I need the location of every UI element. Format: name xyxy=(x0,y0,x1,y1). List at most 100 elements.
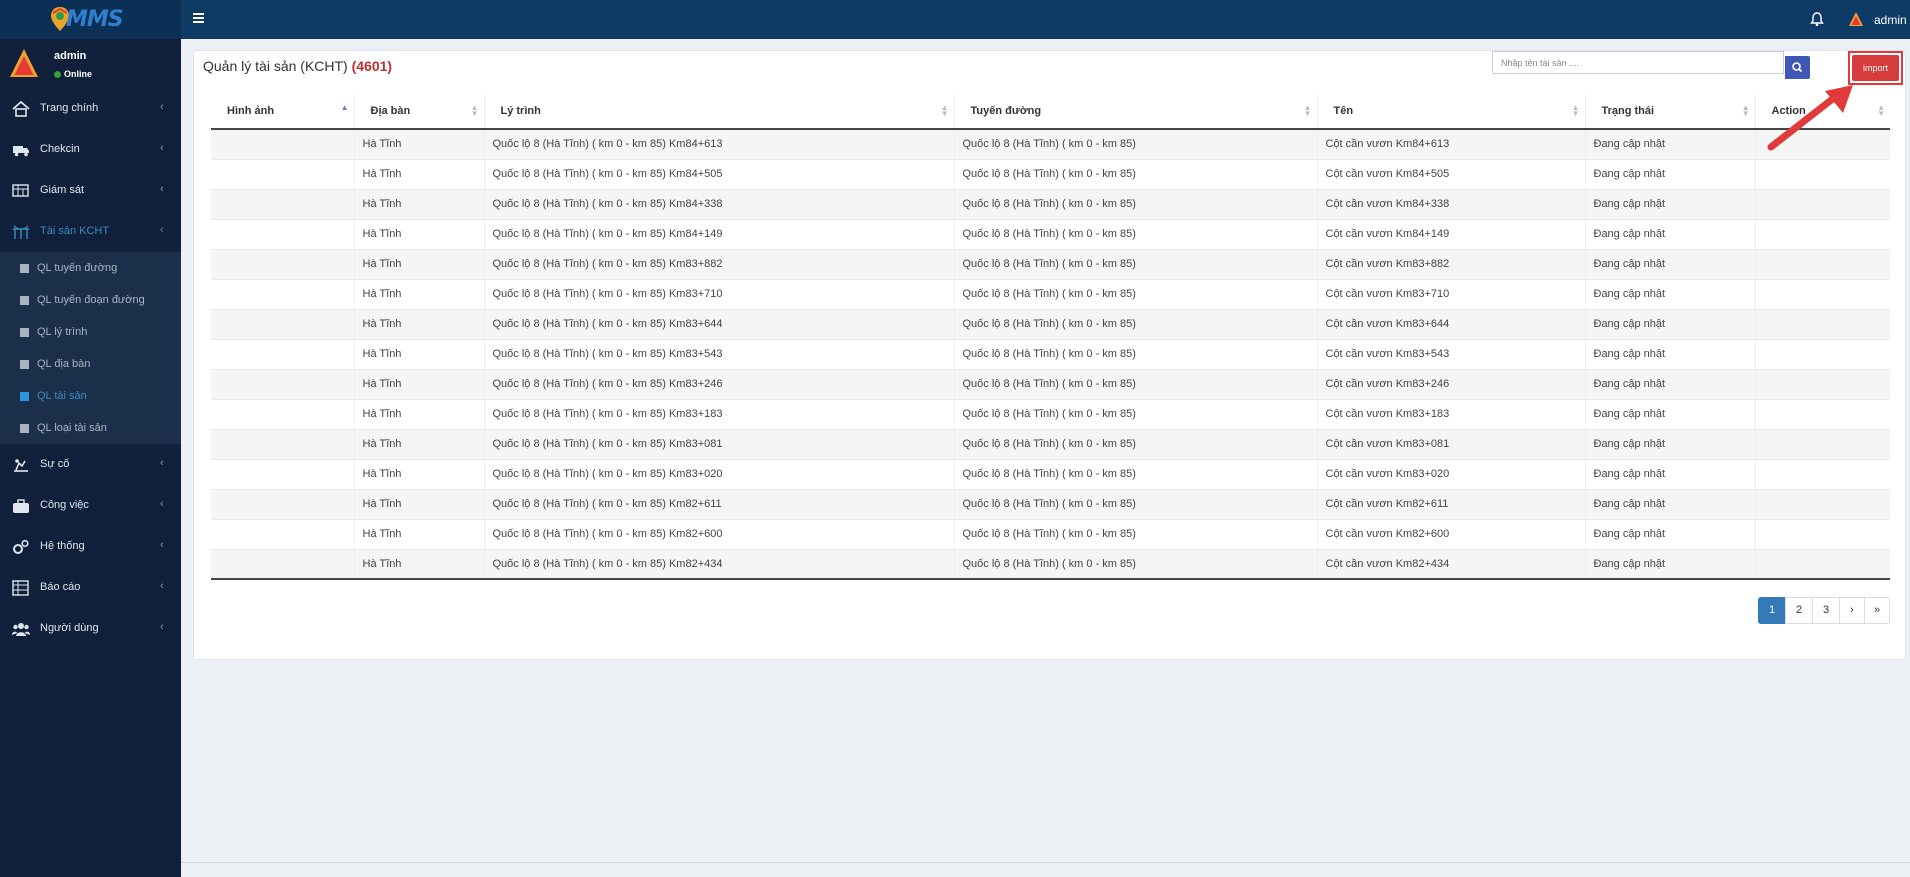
sidebar-item-su-co[interactable]: Sự cố ‹ xyxy=(0,444,181,485)
table-row[interactable]: Hà Tĩnh Quốc lộ 8 (Hà Tĩnh) ( km 0 - km 8… xyxy=(211,218,1890,249)
cell-area: Hà Tĩnh xyxy=(353,308,484,339)
column-header-status[interactable]: Trạng thái ▲ ▼ xyxy=(1584,94,1755,130)
table-row[interactable]: Hà Tĩnh Quốc lộ 8 (Hà Tĩnh) ( km 0 - km 8… xyxy=(211,398,1890,429)
page-1-button[interactable]: 1 xyxy=(1758,597,1786,624)
sort-icon: ▲ ▼ xyxy=(470,103,479,118)
cell-road: Quốc lộ 8 (Hà Tĩnh) ( km 0 - km 85) xyxy=(953,158,1317,189)
sidebar-item-nguoi-dung[interactable]: Người dùng ‹ xyxy=(0,608,181,649)
page-2-button[interactable]: 2 xyxy=(1785,597,1813,624)
table-row[interactable]: Hà Tĩnh Quốc lộ 8 (Hà Tĩnh) ( km 0 - km 8… xyxy=(211,488,1890,519)
cell-action[interactable] xyxy=(1754,428,1890,459)
report-icon xyxy=(12,580,29,596)
search-button[interactable] xyxy=(1785,56,1810,79)
cell-area: Hà Tĩnh xyxy=(353,188,484,219)
annotation-arrow-icon xyxy=(1767,85,1853,151)
cell-image xyxy=(211,518,354,549)
asset-list-panel: Quản lý tài sản (KCHT) (4601) import Hìn… xyxy=(193,50,1906,660)
sidebar-item-he-thong[interactable]: Hệ thống ‹ xyxy=(0,526,181,567)
cell-status: Đang cập nhật xyxy=(1584,458,1755,489)
menu-toggle-icon[interactable] xyxy=(193,11,205,27)
cell-action[interactable] xyxy=(1754,218,1890,249)
table-row[interactable]: Hà Tĩnh Quốc lộ 8 (Hà Tĩnh) ( km 0 - km 8… xyxy=(211,548,1890,580)
cell-status: Đang cập nhật xyxy=(1584,488,1755,519)
cell-action[interactable] xyxy=(1754,488,1890,519)
cell-action[interactable] xyxy=(1754,188,1890,219)
sidebar-subitem-ql-loai-tai-san[interactable]: QL loại tài sản xyxy=(0,412,181,444)
cell-status: Đang cập nhật xyxy=(1584,398,1755,429)
cell-area: Hà Tĩnh xyxy=(353,218,484,249)
sidebar-subitem-ql-tuyen-doan-duong[interactable]: QL tuyến đoạn đường xyxy=(0,284,181,316)
column-header-route-point[interactable]: Lý trình ▲ ▼ xyxy=(483,94,954,130)
user-avatar-icon[interactable] xyxy=(1848,11,1864,27)
header-username[interactable]: admin xyxy=(1874,13,1907,27)
sidebar-item-label: Chekcin xyxy=(40,143,80,155)
import-button[interactable]: import xyxy=(1852,55,1899,81)
cell-action[interactable] xyxy=(1754,248,1890,279)
table-row[interactable]: Hà Tĩnh Quốc lộ 8 (Hà Tĩnh) ( km 0 - km 8… xyxy=(211,428,1890,459)
cell-action[interactable] xyxy=(1754,548,1890,580)
cell-area: Hà Tĩnh xyxy=(353,518,484,549)
cell-route-point: Quốc lộ 8 (Hà Tĩnh) ( km 0 - km 85) Km82… xyxy=(483,518,954,549)
sort-icon: ▲ ▼ xyxy=(1571,103,1580,118)
last-page-button[interactable]: » xyxy=(1864,597,1890,624)
cell-route-point: Quốc lộ 8 (Hà Tĩnh) ( km 0 - km 85) Km83… xyxy=(483,458,954,489)
cell-name: Cột cần vươn Km83+183 xyxy=(1316,398,1585,429)
cell-route-point: Quốc lộ 8 (Hà Tĩnh) ( km 0 - km 85) Km83… xyxy=(483,248,954,279)
page-3-button[interactable]: 3 xyxy=(1812,597,1840,624)
cell-route-point: Quốc lộ 8 (Hà Tĩnh) ( km 0 - km 85) Km82… xyxy=(483,488,954,519)
sidebar-item-giam-sat[interactable]: Giám sát ‹ xyxy=(0,170,181,211)
subitem-label: QL lý trình xyxy=(37,326,88,338)
sidebar-item-trang-chinh[interactable]: Trang chính ‹ xyxy=(0,88,181,129)
table-row[interactable]: Hà Tĩnh Quốc lộ 8 (Hà Tĩnh) ( km 0 - km 8… xyxy=(211,158,1890,189)
table-row[interactable]: Hà Tĩnh Quốc lộ 8 (Hà Tĩnh) ( km 0 - km 8… xyxy=(211,308,1890,339)
table-row[interactable]: Hà Tĩnh Quốc lộ 8 (Hà Tĩnh) ( km 0 - km 8… xyxy=(211,278,1890,309)
square-bullet-icon xyxy=(20,328,29,337)
cell-action[interactable] xyxy=(1754,368,1890,399)
column-header-image[interactable]: Hình ảnh ▲ xyxy=(211,94,354,130)
cell-name: Cột cần vươn Km84+338 xyxy=(1316,188,1585,219)
sidebar-username: admin xyxy=(54,50,87,62)
sidebar-item-cong-viec[interactable]: Công việc ‹ xyxy=(0,485,181,526)
sidebar-subitem-ql-tuyen-duong[interactable]: QL tuyến đường xyxy=(0,252,181,284)
cell-action[interactable] xyxy=(1754,158,1890,189)
cell-area: Hà Tĩnh xyxy=(353,488,484,519)
cell-name: Cột cần vươn Km82+434 xyxy=(1316,548,1585,580)
cell-status: Đang cập nhật xyxy=(1584,158,1755,189)
cell-image xyxy=(211,158,354,189)
status-dot-icon xyxy=(54,71,61,79)
column-header-road[interactable]: Tuyến đường ▲ ▼ xyxy=(953,94,1317,130)
column-header-area[interactable]: Địa bàn ▲ ▼ xyxy=(353,94,484,130)
cell-action[interactable] xyxy=(1754,338,1890,369)
square-bullet-icon xyxy=(20,296,29,305)
table-row[interactable]: Hà Tĩnh Quốc lộ 8 (Hà Tĩnh) ( km 0 - km 8… xyxy=(211,128,1890,159)
logo[interactable]: MMS xyxy=(0,0,181,39)
table-row[interactable]: Hà Tĩnh Quốc lộ 8 (Hà Tĩnh) ( km 0 - km 8… xyxy=(211,338,1890,369)
table-row[interactable]: Hà Tĩnh Quốc lộ 8 (Hà Tĩnh) ( km 0 - km 8… xyxy=(211,188,1890,219)
sidebar-item-chekcin[interactable]: Chekcin ‹ xyxy=(0,129,181,170)
table-row[interactable]: Hà Tĩnh Quốc lộ 8 (Hà Tĩnh) ( km 0 - km 8… xyxy=(211,368,1890,399)
cell-image xyxy=(211,548,354,580)
pagination: 1 2 3 › » xyxy=(1758,597,1890,624)
sidebar-subitem-ql-dia-ban[interactable]: QL địa bàn xyxy=(0,348,181,380)
cell-name: Cột cần vươn Km82+600 xyxy=(1316,518,1585,549)
column-header-name[interactable]: Tên ▲ ▼ xyxy=(1316,94,1585,130)
search-input[interactable] xyxy=(1492,51,1784,74)
cell-action[interactable] xyxy=(1754,458,1890,489)
sidebar-subitem-ql-ly-trinh[interactable]: QL lý trình xyxy=(0,316,181,348)
table-row[interactable]: Hà Tĩnh Quốc lộ 8 (Hà Tĩnh) ( km 0 - km 8… xyxy=(211,458,1890,489)
table-row[interactable]: Hà Tĩnh Quốc lộ 8 (Hà Tĩnh) ( km 0 - km 8… xyxy=(211,518,1890,549)
sidebar-item-bao-cao[interactable]: Báo cáo ‹ xyxy=(0,567,181,608)
table-row[interactable]: Hà Tĩnh Quốc lộ 8 (Hà Tĩnh) ( km 0 - km 8… xyxy=(211,248,1890,279)
cell-action[interactable] xyxy=(1754,278,1890,309)
table-header-row: Hình ảnh ▲ Địa bàn ▲ ▼ Lý trình ▲ ▼ Tuyến đườ… xyxy=(211,94,1890,130)
cell-action[interactable] xyxy=(1754,308,1890,339)
cell-action[interactable] xyxy=(1754,398,1890,429)
cell-action[interactable] xyxy=(1754,518,1890,549)
next-page-button[interactable]: › xyxy=(1839,597,1865,624)
bell-icon[interactable] xyxy=(1810,11,1824,27)
cell-route-point: Quốc lộ 8 (Hà Tĩnh) ( km 0 - km 85) Km84… xyxy=(483,158,954,189)
sidebar-subitem-ql-tai-san[interactable]: QL tài sản xyxy=(0,380,181,412)
sidebar-item-tai-san-kcht[interactable]: Tài sản KCHT ‹ xyxy=(0,211,181,252)
cell-road: Quốc lộ 8 (Hà Tĩnh) ( km 0 - km 85) xyxy=(953,248,1317,279)
chevron-down-icon: ‹ xyxy=(160,224,164,236)
